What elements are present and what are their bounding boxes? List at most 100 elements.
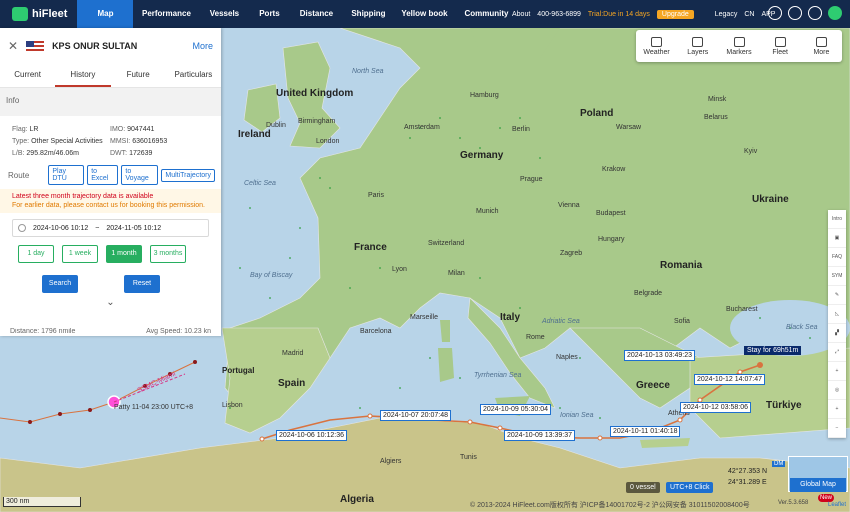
zoom-in-button[interactable]: + [828,400,846,419]
stay-duration-label: Stay for 69h51m [744,346,802,355]
reset-button[interactable]: Reset [124,275,160,293]
clock-icon [18,224,26,232]
info-type: Type: Other Special Activities [12,138,103,145]
more-tool[interactable]: More [801,30,842,62]
leaflet-attribution[interactable]: Leaflet [828,502,846,508]
angle-icon[interactable]: ◺ [828,305,846,324]
markers-tool[interactable]: Markers [718,30,759,62]
nav-item-shipping[interactable]: Shipping [343,0,393,28]
wechat-icon[interactable] [768,6,782,20]
layers-tool[interactable]: Layers [677,30,718,62]
range-3-months-button[interactable]: 3 months [150,245,186,263]
track-time-label[interactable]: 2024-10-12 03:58:06 [680,402,751,413]
map-label-country: Ukraine [752,194,789,205]
nav-item-vessels[interactable]: Vessels [199,0,249,28]
weather-tool[interactable]: Weather [636,30,677,62]
map-label-city: Lyon [392,266,407,273]
sym-button[interactable]: SYM [828,267,846,286]
more-link[interactable]: More [192,41,213,51]
brand-logo[interactable]: hiFleet [0,0,77,28]
global-map-button[interactable]: Global Map [790,478,846,492]
nav-item-map[interactable]: Map [77,0,134,28]
track-time-label[interactable]: 2024-10-09 05:30:04 [480,404,551,415]
map-label-country: Romania [660,260,703,271]
data-availability-notice: Latest three month trajectory data is av… [0,189,221,213]
map-label-city: Zagreb [560,250,583,257]
marker-icon [733,36,745,47]
intro-button[interactable]: Intro [828,210,846,229]
nav-item-ports[interactable]: Ports [249,0,289,28]
date-from[interactable]: 2024-10-06 10:12 [33,225,88,232]
fullscreen-icon[interactable]: ⤢ [828,343,846,362]
user-avatar-icon[interactable] [828,6,842,20]
map-label-sea: North Sea [352,68,384,75]
date-range-picker[interactable]: 2024-10-06 10:12 ~ 2024-11-05 10:12 [12,219,209,237]
share-icon[interactable] [788,6,802,20]
crosshair-icon[interactable]: + [828,362,846,381]
upgrade-button[interactable]: Upgrade [656,9,694,19]
copyright-footer: © 2013-2024 HiFleet.com版权所有 沪ICP备1400170… [470,502,750,509]
menu-icon [815,36,827,47]
tab-history[interactable]: History [55,64,111,87]
to-voyage-button[interactable]: to Voyage [121,165,159,185]
map-label-city: Tunis [460,454,477,461]
tab-particulars[interactable]: Particulars [166,64,221,87]
track-time-label[interactable]: 2024-10-12 14:07:47 [694,374,765,385]
nav-item-distance[interactable]: Distance [289,0,343,28]
chevron-down-icon[interactable]: ⌄ [0,297,221,308]
map-label-city: Prague [520,176,543,183]
map-label-city: Kyiv [744,148,758,155]
nav-item-community[interactable]: Community [455,0,517,28]
area-icon[interactable]: ▞ [828,324,846,343]
map-label-country: Türkiye [766,400,802,411]
track-time-label[interactable]: 2024-10-07 20:07:48 [380,410,451,421]
range-1-month-button[interactable]: 1 month [106,245,142,263]
vessel-panel: ✕ KPS ONUR SULTAN More Current History F… [0,28,221,336]
dm-format-toggle[interactable]: DM [772,461,786,467]
faq-button[interactable]: FAQ [828,248,846,267]
map-label-city: Barcelona [360,328,392,335]
search-button[interactable]: Search [42,275,78,293]
multi-trajectory-button[interactable]: MultiTrajectory [161,168,215,182]
tab-current[interactable]: Current [0,64,55,87]
track-time-label[interactable]: 2024-10-09 13:39:37 [504,430,575,441]
landmass-iberia [221,327,331,434]
landmass-sardinia [438,348,454,382]
ruler-icon[interactable]: ✎ [828,286,846,305]
notice-line-2[interactable]: For earlier data, please contact us for … [12,201,209,210]
help-icon[interactable] [808,6,822,20]
date-to[interactable]: 2024-11-05 10:12 [106,225,161,232]
range-1-week-button[interactable]: 1 week [62,245,98,263]
fleet-tool[interactable]: Fleet [760,30,801,62]
new-badge[interactable]: New [818,494,835,502]
range-1-day-button[interactable]: 1 day [18,245,54,263]
language-switch[interactable]: CN [744,11,754,18]
legacy-link[interactable]: Legacy [715,11,738,18]
map-label-country: Algeria [340,494,374,505]
notice-line-1: Latest three month trajectory data is av… [12,193,154,200]
track-time-label[interactable]: 2024-10-13 03:49:23 [624,350,695,361]
map-label-city: Milan [448,270,465,277]
map-label-country: Hungary [598,236,625,243]
zoom-out-button[interactable]: − [828,419,846,438]
utc-click-button[interactable]: UTC+8 Click [666,482,714,493]
nav-item-performance[interactable]: Performance [133,0,199,28]
print-icon[interactable]: ▣ [828,229,846,248]
map-label-city: Hamburg [470,92,499,99]
locate-icon[interactable]: ◎ [828,381,846,400]
track-time-label[interactable]: 2024-10-11 01:40:18 [610,426,681,437]
close-icon[interactable]: ✕ [8,39,18,53]
tab-future[interactable]: Future [111,64,166,87]
nav-about[interactable]: About [512,11,530,18]
nav-item-yellow-book[interactable]: Yellow book [393,0,455,28]
map-toolbar: Weather Layers Markers Fleet More [636,30,842,62]
track-time-label[interactable]: 2024-10-06 10:12:36 [276,430,347,441]
map-label-city: Amsterdam [404,124,440,131]
export-excel-button[interactable]: to Excel [87,165,119,185]
date-separator: ~ [95,224,100,232]
map-label-country: Spain [278,378,306,389]
search-actions: Search Reset [0,263,221,293]
weather-icon [651,36,663,47]
play-dtu-button[interactable]: Play DTU [48,165,85,185]
hifleet-logo-icon [12,7,28,21]
